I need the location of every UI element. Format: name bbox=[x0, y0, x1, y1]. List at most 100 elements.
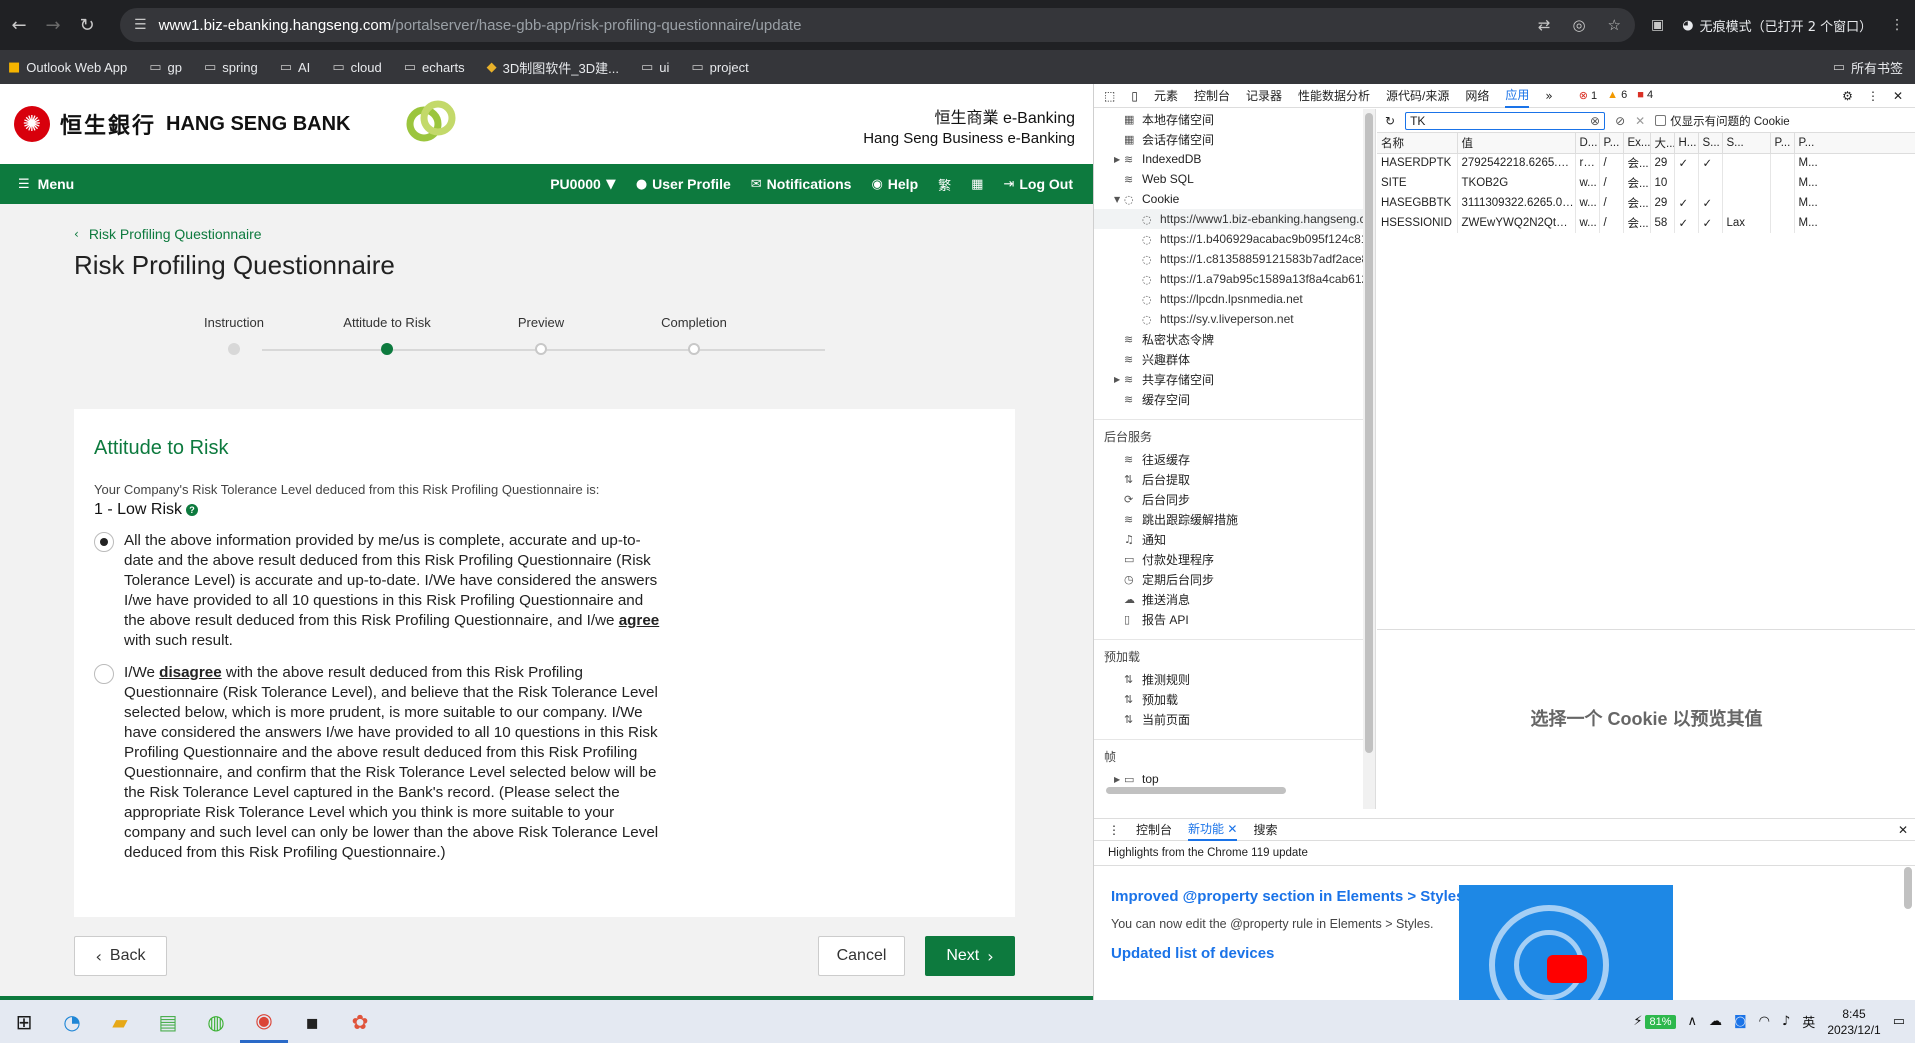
cookie-origin-item[interactable]: ◌ https://1.c81358859121583b7adf2ace8 bbox=[1094, 249, 1375, 269]
drawer-tab-console[interactable]: 控制台 bbox=[1136, 821, 1172, 838]
translate-icon[interactable]: ⇄ bbox=[1538, 16, 1551, 34]
cloud-icon[interactable]: ☁ bbox=[1709, 1014, 1722, 1029]
help-link[interactable]: ◉ Help bbox=[871, 176, 918, 192]
bookmark-folder[interactable]: ▭ project bbox=[691, 60, 748, 75]
cookie-column-header[interactable]: S... bbox=[1698, 133, 1723, 154]
storage-tree-item[interactable]: ≋ 兴趣群体 bbox=[1094, 349, 1375, 369]
bookmark-folder[interactable]: ▭ AI bbox=[280, 60, 311, 75]
filter-clear-all-icon[interactable]: ⊘ bbox=[1615, 114, 1625, 128]
edge-icon[interactable]: ◔ bbox=[48, 1000, 96, 1043]
back-arrow-icon[interactable]: ← bbox=[4, 10, 34, 40]
windows-start-icon[interactable]: ⊞ bbox=[0, 1000, 48, 1043]
app-tray-icon[interactable]: ◙ bbox=[1734, 1014, 1747, 1029]
cookie-column-header[interactable]: S... bbox=[1722, 133, 1771, 154]
drawer-scrollbar[interactable] bbox=[1904, 861, 1914, 1001]
side-panel-icon[interactable]: ▣ bbox=[1651, 17, 1664, 33]
logout-link[interactable]: ⇥ Log Out bbox=[1003, 176, 1073, 192]
cookie-row[interactable]: SITE TKOB2G w... / 会... 10 M... bbox=[1377, 173, 1915, 193]
bank-icon-link[interactable]: ▦ bbox=[971, 177, 983, 192]
reload-icon[interactable]: ↻ bbox=[72, 10, 102, 40]
cookie-column-header[interactable]: D... bbox=[1575, 133, 1600, 154]
background-service-item[interactable]: ▭ 付款处理程序 bbox=[1094, 549, 1375, 569]
tab-performance[interactable]: 性能数据分析 bbox=[1298, 87, 1370, 104]
tab-recorder[interactable]: 记录器 bbox=[1246, 87, 1282, 104]
bookmark-item[interactable]: ◆ 3D制图软件_3D建... bbox=[487, 58, 619, 77]
background-service-item[interactable]: ☁ 推送消息 bbox=[1094, 589, 1375, 609]
background-service-item[interactable]: ≋ 跳出跟踪缓解措施 bbox=[1094, 509, 1375, 529]
cookie-origin-item[interactable]: ◌ https://1.b406929acabac9b095f124c81 bbox=[1094, 229, 1375, 249]
more-menu-icon[interactable]: ⋮ bbox=[1890, 17, 1904, 33]
sidebar-scrollbar[interactable] bbox=[1363, 109, 1375, 809]
ime-indicator[interactable]: 英 bbox=[1802, 1012, 1815, 1031]
notification-center-icon[interactable]: ▭ bbox=[1893, 1014, 1905, 1029]
cookie-column-header[interactable]: H... bbox=[1674, 133, 1699, 154]
terminal-icon[interactable]: ▪ bbox=[288, 1000, 336, 1043]
tab-sources[interactable]: 源代码/来源 bbox=[1386, 87, 1449, 104]
address-bar[interactable]: ☰ www1.biz-ebanking.hangseng.com /portal… bbox=[120, 8, 1635, 42]
only-issues-checkbox[interactable]: 仅显示有问题的 Cookie bbox=[1655, 113, 1790, 129]
radio-agree[interactable] bbox=[94, 532, 114, 552]
cookie-origin-item[interactable]: ◌ https://www1.biz-ebanking.hangseng.c bbox=[1094, 209, 1375, 229]
language-toggle[interactable]: 繁 bbox=[938, 175, 951, 194]
bookmark-folder[interactable]: ▭ ui bbox=[641, 60, 669, 75]
site-info-icon[interactable]: ☰ bbox=[134, 17, 147, 33]
cookie-row[interactable]: HSESSIONIDZWEwYWQ2N2QtYTI3Y...w.../会...5… bbox=[1377, 213, 1915, 233]
close-icon[interactable]: ✕ bbox=[1893, 89, 1903, 103]
issue-counters[interactable]: ⊗ 1 ▲ 6 ■ 4 bbox=[1579, 89, 1653, 102]
scrollbar-thumb[interactable] bbox=[1106, 787, 1286, 794]
bookmark-folder[interactable]: ▭ cloud bbox=[332, 60, 381, 75]
wifi-icon[interactable]: ◠ bbox=[1759, 1014, 1770, 1029]
tab-console[interactable]: 控制台 bbox=[1194, 87, 1230, 104]
scrollbar-thumb[interactable] bbox=[1365, 113, 1373, 753]
paint-icon[interactable]: ✿ bbox=[336, 1000, 384, 1043]
wechat-icon[interactable]: ◍ bbox=[192, 1000, 240, 1043]
back-button[interactable]: ‹ Back bbox=[74, 936, 167, 976]
background-service-item[interactable]: ⟳ 后台同步 bbox=[1094, 489, 1375, 509]
cookie-column-header[interactable]: 值 bbox=[1457, 133, 1576, 154]
cookie-origin-item[interactable]: ◌ https://1.a79ab95c1589a13f8a4cab612 bbox=[1094, 269, 1375, 289]
next-button[interactable]: Next › bbox=[925, 936, 1015, 976]
cookie-column-header[interactable]: Ex... bbox=[1623, 133, 1651, 154]
clock[interactable]: 8:45 2023/12/1 bbox=[1827, 1006, 1880, 1038]
inspect-icon[interactable]: ⬚ bbox=[1104, 89, 1115, 103]
cookie-row[interactable]: HASEGBBTK 3111309322.6265.0000 w... / 会... 29… bbox=[1377, 193, 1915, 213]
radio-disagree[interactable] bbox=[94, 664, 114, 684]
tab-application[interactable]: 应用 bbox=[1505, 84, 1530, 108]
clear-filter-icon[interactable]: ⊗ bbox=[1590, 114, 1600, 128]
account-selector[interactable]: PU0000 ▼ bbox=[550, 176, 616, 192]
storage-tree-item[interactable]: ▶ ≋ 共享存储空间 bbox=[1094, 369, 1375, 389]
cookie-origin-item[interactable]: ◌ https://lpcdn.lpsnmedia.net bbox=[1094, 289, 1375, 309]
user-profile-link[interactable]: ● User Profile bbox=[636, 176, 731, 192]
bookmark-folder[interactable]: ▭ spring bbox=[204, 60, 258, 75]
more-tabs-icon[interactable]: » bbox=[1545, 89, 1552, 103]
cookie-filter-input[interactable]: TK ⊗ bbox=[1405, 111, 1606, 130]
cancel-button[interactable]: Cancel bbox=[818, 936, 905, 976]
scrollbar-thumb[interactable] bbox=[1904, 867, 1912, 909]
close-drawer-icon[interactable]: ✕ bbox=[1898, 823, 1915, 837]
eye-off-icon[interactable]: ◎ bbox=[1572, 16, 1585, 34]
all-bookmarks[interactable]: ▭ 所有书签 bbox=[1833, 58, 1903, 77]
notifications-link[interactable]: ✉ Notifications bbox=[751, 176, 852, 192]
cookie-column-header[interactable]: P... bbox=[1599, 133, 1624, 154]
storage-tree-item[interactable]: ▦ 会话存储空间 bbox=[1094, 129, 1375, 149]
cookie-column-header[interactable]: 大... bbox=[1650, 133, 1675, 154]
background-service-item[interactable]: ≋ 往返缓存 bbox=[1094, 449, 1375, 469]
storage-tree-item[interactable]: ≋ Web SQL bbox=[1094, 169, 1375, 189]
refresh-icon[interactable]: ↻ bbox=[1385, 114, 1395, 128]
bookmark-folder[interactable]: ▭ echarts bbox=[404, 60, 465, 75]
menu-button[interactable]: ☰ Menu bbox=[18, 176, 74, 192]
star-icon[interactable]: ☆ bbox=[1608, 16, 1621, 34]
storage-tree-item[interactable]: ▦ 本地存储空间 bbox=[1094, 109, 1375, 129]
help-question-icon[interactable]: ? bbox=[186, 504, 199, 516]
delete-icon[interactable]: ✕ bbox=[1635, 114, 1645, 128]
storage-tree-item[interactable]: ≋ 缓存空间 bbox=[1094, 389, 1375, 409]
file-explorer-icon[interactable]: ▰ bbox=[96, 1000, 144, 1043]
incognito-badge[interactable]: ◕ 无痕模式（已打开 2 个窗口） bbox=[1682, 16, 1872, 35]
background-service-item[interactable]: ◷ 定期后台同步 bbox=[1094, 569, 1375, 589]
close-tab-icon[interactable]: ✕ bbox=[1227, 822, 1237, 836]
tab-network[interactable]: 网络 bbox=[1465, 87, 1489, 104]
storage-tree-item[interactable]: ▼ ◌ Cookie bbox=[1094, 189, 1375, 209]
option-agree[interactable]: All the above information provided by me… bbox=[94, 531, 995, 651]
sidebar-hscrollbar[interactable] bbox=[1098, 785, 1364, 795]
preload-item[interactable]: ⇅ 当前页面 bbox=[1094, 709, 1375, 729]
